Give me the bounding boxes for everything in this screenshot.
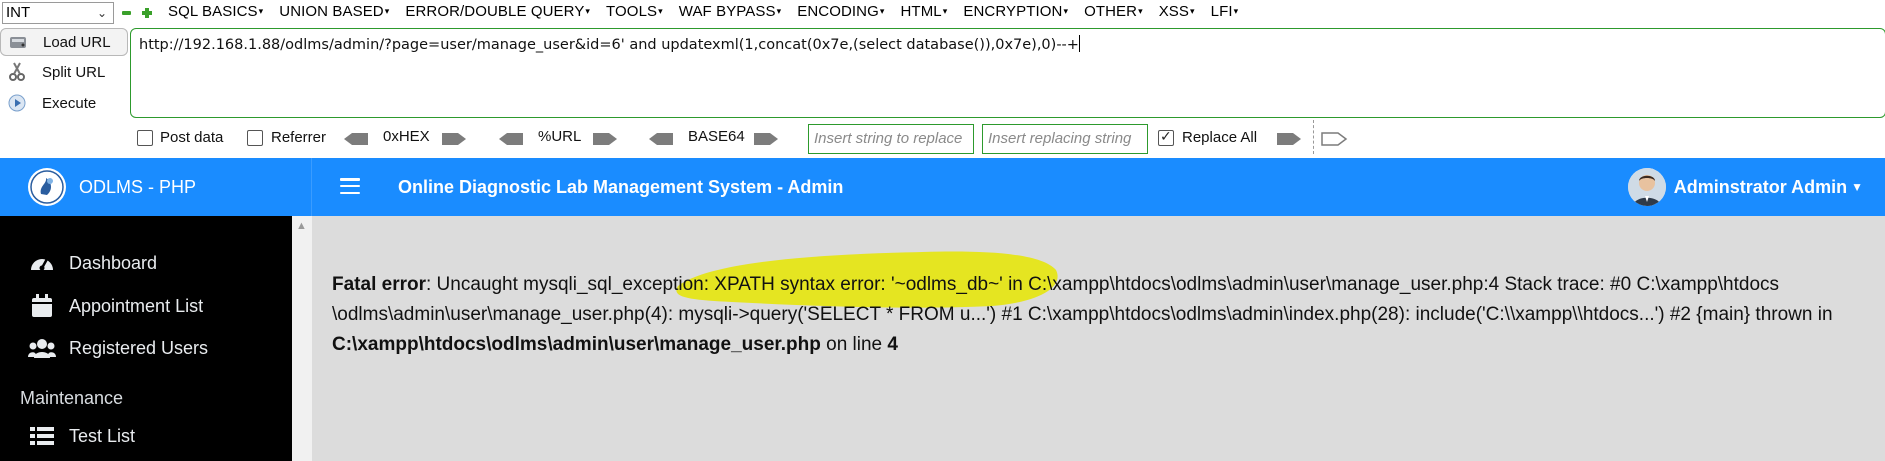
base64-encode-arrow-icon[interactable] [752, 132, 780, 146]
sidebar-item-registered-users[interactable]: Registered Users [28, 333, 208, 363]
hex-encode-arrow-icon[interactable] [440, 132, 468, 146]
url-textarea[interactable]: http://192.168.1.88/odlms/admin/?page=us… [130, 28, 1885, 118]
referrer-checkbox[interactable] [247, 130, 263, 146]
sidebar-item-label: Test List [69, 425, 136, 446]
execute-button[interactable]: Execute [0, 89, 128, 117]
error-text: : Uncaught mysqli_sql_exception: XPATH s… [332, 274, 1833, 325]
scissors-icon [6, 61, 28, 83]
url-encoding-label: %URL [538, 128, 582, 145]
sidebar-item-label: Registered Users [69, 337, 209, 358]
execute-label: Execute [42, 94, 97, 112]
lab-logo-icon [28, 168, 66, 206]
list-icon [28, 424, 56, 448]
menu-other[interactable]: OTHER [1084, 3, 1143, 20]
minus-icon[interactable] [122, 8, 131, 17]
replace-string-placeholder: Insert string to replace [814, 130, 963, 147]
menu-tools[interactable]: TOOLS [606, 3, 663, 20]
avatar [1627, 168, 1666, 206]
base64-decode-arrow-icon[interactable] [647, 132, 675, 146]
play-icon [6, 92, 28, 114]
split-url-button[interactable]: Split URL [0, 58, 128, 86]
injection-type-select[interactable]: INT ⌄ [2, 2, 114, 24]
sidebar-item-dashboard[interactable]: Dashboard [28, 248, 157, 278]
replacing-string-input[interactable]: Insert replacing string [982, 124, 1148, 154]
fatal-error-message: Fatal error: Uncaught mysqli_sql_excepti… [332, 270, 1872, 360]
replacing-string-placeholder: Insert replacing string [988, 130, 1132, 147]
menu-encoding[interactable]: ENCODING [797, 3, 884, 20]
replace-next-arrow-icon[interactable] [1320, 132, 1348, 146]
referrer-label: Referrer [271, 129, 327, 146]
menu-lfi[interactable]: LFI [1211, 3, 1239, 20]
main-content: Fatal error: Uncaught mysqli_sql_excepti… [312, 216, 1885, 461]
hex-label: 0xHEX [383, 128, 430, 145]
menu-html[interactable]: HTML [901, 3, 948, 20]
url-decode-arrow-icon[interactable] [497, 132, 525, 146]
injection-type-value: INT [6, 4, 31, 21]
replace-arrow-icon[interactable] [1275, 132, 1303, 146]
load-url-button[interactable]: Load URL [0, 28, 128, 56]
menu-error-double-query[interactable]: ERROR/DOUBLE QUERY [405, 3, 590, 20]
chevron-down-icon: ⌄ [96, 6, 107, 20]
page-title: Online Diagnostic Lab Management System … [398, 177, 844, 197]
replace-all-label: Replace All [1182, 129, 1258, 146]
sidebar-section-maintenance: Maintenance [20, 388, 124, 408]
scroll-up-icon[interactable]: ▲ [296, 220, 307, 232]
brand-name: ODLMS - PHP [79, 176, 197, 197]
users-icon [28, 336, 56, 360]
app-header: ODLMS - PHP Online Diagnostic Lab Manage… [0, 158, 1885, 216]
sidebar-item-appointment-list[interactable]: Appointment List [28, 291, 203, 321]
replace-all-checkbox[interactable] [1158, 128, 1174, 146]
tachometer-icon [28, 251, 56, 275]
load-url-label: Load URL [43, 33, 111, 51]
sidebar-item-label: Dashboard [69, 252, 158, 273]
error-label: Fatal error [332, 274, 426, 295]
menu-encryption[interactable]: ENCRYPTION [963, 3, 1068, 20]
text-caret [1078, 35, 1080, 52]
post-data-checkbox[interactable] [137, 130, 153, 146]
base64-label: BASE64 [688, 128, 745, 145]
plus-icon[interactable] [142, 8, 152, 18]
error-line-number: 4 [887, 334, 898, 355]
replace-string-input[interactable]: Insert string to replace [808, 124, 974, 154]
error-file: C:\xampp\htdocs\odlms\admin\user\manage_… [332, 334, 821, 355]
hackbar-options-row: Post data Referrer 0xHEX %URL BASE64 Ins… [0, 124, 1885, 154]
menu-xss[interactable]: XSS [1159, 3, 1195, 20]
toolbar-divider [1313, 120, 1314, 154]
sidebar-item-label: Appointment List [69, 295, 204, 316]
hamburger-menu-icon[interactable] [340, 178, 360, 195]
url-value: http://192.168.1.88/odlms/admin/?page=us… [139, 37, 1079, 53]
menu-union-based[interactable]: UNION BASED [279, 3, 389, 20]
sidebar-item-test-list[interactable]: Test List [28, 421, 135, 451]
caret-down-icon: ▼ [1851, 180, 1863, 194]
brand[interactable]: ODLMS - PHP [0, 158, 312, 216]
user-menu[interactable]: Adminstrator Admin ▼ [1627, 168, 1863, 206]
sidebar-scrollbar[interactable]: ▲ [292, 216, 312, 461]
split-url-label: Split URL [42, 63, 106, 81]
menu-waf-bypass[interactable]: WAF BYPASS [679, 3, 781, 20]
hex-decode-arrow-icon[interactable] [342, 132, 370, 146]
hackbar-menu-bar: SQL BASICS UNION BASED ERROR/DOUBLE QUER… [168, 3, 1238, 20]
load-url-icon [7, 31, 29, 53]
user-name: Adminstrator Admin [1673, 176, 1848, 197]
menu-sql-basics[interactable]: SQL BASICS [168, 3, 263, 20]
calendar-icon [28, 294, 56, 318]
hackbar-toolbar: INT ⌄ SQL BASICS UNION BASED ERROR/DOUBL… [0, 0, 1885, 158]
error-on-line: on line [820, 334, 888, 355]
url-encode-arrow-icon[interactable] [591, 132, 619, 146]
post-data-label: Post data [160, 129, 224, 146]
